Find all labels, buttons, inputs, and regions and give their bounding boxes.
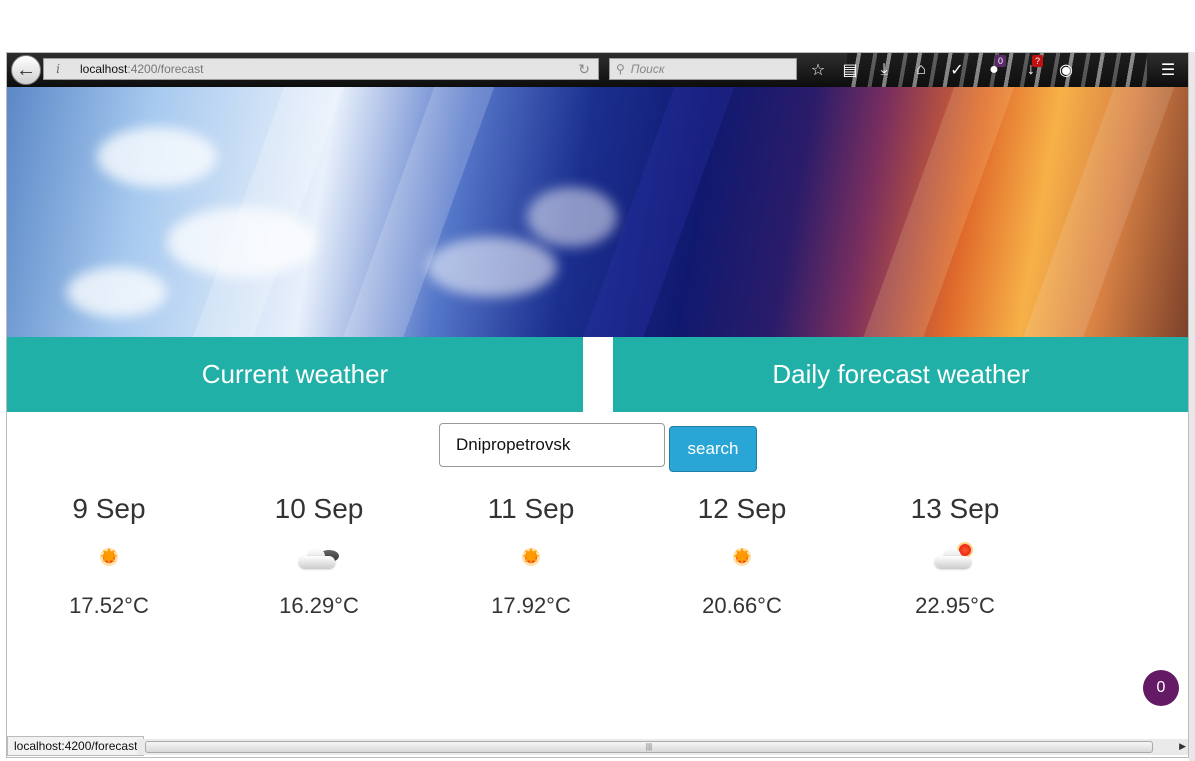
forecast-date: 13 Sep — [910, 493, 1000, 524]
forecast-day: 13 Sep 22.95°C — [875, 489, 1035, 619]
menu-icon[interactable]: ☰ — [1157, 59, 1179, 81]
forecast-temperature: 22.95°C — [915, 593, 995, 618]
back-arrow-icon[interactable]: ← — [11, 55, 41, 85]
forecast-date: 11 Sep — [487, 493, 575, 524]
url-path: :4200/forecast — [127, 62, 204, 76]
cloud-icon — [239, 533, 399, 581]
hero-weather-banner — [7, 87, 1188, 337]
sun-icon: ✸ — [521, 544, 541, 569]
browser-toolbar: ← i localhost:4200/forecast ↻ ⚲ Поиск ☆ … — [7, 53, 1188, 87]
horizontal-scrollbar[interactable]: ||| ▶ — [137, 739, 1188, 755]
forecast-temperature: 17.52°C — [69, 593, 149, 618]
scroll-right-arrow-icon[interactable]: ▶ — [1179, 741, 1186, 752]
forecast-day: 9 Sep ✸ 17.52°C — [29, 489, 189, 619]
pocket-icon[interactable]: ✓ — [946, 59, 968, 81]
forecast-date: 10 Sep — [274, 493, 364, 524]
addon-badge: ? — [1032, 55, 1044, 67]
tab-daily-forecast[interactable]: Daily forecast weather — [613, 337, 1188, 412]
desktop-background — [0, 0, 1195, 52]
forecast-day: 11 Sep ✸ 17.92°C — [451, 489, 611, 619]
bookmark-star-icon[interactable]: ☆ — [807, 59, 829, 81]
cloud-sun-icon — [875, 533, 1035, 581]
sun-icon: ✸ — [99, 544, 119, 569]
scrollbar-thumb[interactable]: ||| — [145, 741, 1153, 753]
sun-icon: ✸ — [732, 544, 752, 569]
search-placeholder: Поиск — [630, 62, 665, 76]
search-button[interactable]: search — [669, 426, 757, 472]
window-edge — [1189, 52, 1195, 761]
status-bar-url: localhost:4200/forecast — [7, 736, 145, 756]
address-bar[interactable]: i localhost:4200/forecast ↻ — [43, 58, 599, 80]
forecast-day: 12 Sep ✸ 20.66°C — [662, 489, 822, 619]
reload-icon[interactable]: ↻ — [578, 61, 590, 78]
home-icon[interactable]: ⌂ — [910, 59, 932, 81]
forecast-date: 9 Sep — [72, 493, 146, 524]
magnifier-icon: ⚲ — [616, 62, 625, 76]
browser-window: ← i localhost:4200/forecast ↻ ⚲ Поиск ☆ … — [6, 52, 1189, 758]
tab-current-weather[interactable]: Current weather — [7, 337, 583, 412]
forecast-temperature: 17.92°C — [491, 593, 571, 618]
notification-count-button[interactable]: 0 — [1143, 670, 1179, 706]
forecast-date: 12 Sep — [697, 493, 787, 524]
info-icon[interactable]: i — [48, 59, 68, 79]
forecast-temperature: 16.29°C — [279, 593, 359, 618]
extension-badge: 0 — [995, 55, 1007, 67]
download-icon[interactable]: ⤓ — [873, 59, 895, 81]
forecast-temperature: 20.66°C — [702, 593, 782, 618]
globe-icon[interactable]: ◉ — [1055, 59, 1077, 81]
forecast-day: 10 Sep 16.29°C — [239, 489, 399, 619]
url-host: localhost — [80, 62, 128, 76]
city-search-input[interactable] — [439, 423, 665, 467]
browser-search-input[interactable]: ⚲ Поиск — [609, 58, 797, 80]
reading-list-icon[interactable]: ▤ — [839, 59, 861, 81]
